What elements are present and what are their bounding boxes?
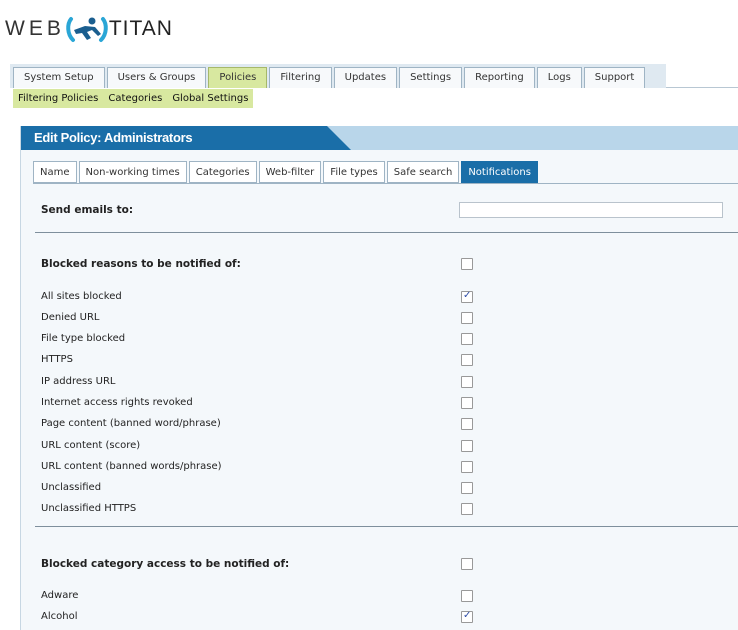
tab-notifications[interactable]: Notifications <box>461 161 538 183</box>
tabs-underline <box>33 183 738 184</box>
edit-policy-panel: Edit Policy: Administrators Name Non-wor… <box>20 126 738 630</box>
main-navigation: System Setup Users & Groups Policies Fil… <box>10 64 738 88</box>
reason-access-revoked-checkbox[interactable] <box>461 397 473 409</box>
reason-label: Unclassified <box>41 482 102 493</box>
reason-url-content-banned-checkbox[interactable] <box>461 461 473 473</box>
tab-file-types[interactable]: File types <box>323 161 385 183</box>
reason-label: IP address URL <box>41 376 116 387</box>
reason-label: Unclassified HTTPS <box>41 503 137 514</box>
blocked-categories-all-checkbox[interactable] <box>461 558 473 570</box>
divider <box>35 526 738 527</box>
send-emails-label: Send emails to: <box>41 204 134 216</box>
blocked-reasons-all-checkbox[interactable] <box>461 258 473 270</box>
tab-categories[interactable]: Categories <box>188 161 257 183</box>
policy-tabs: Name Non-working times Categories Web-fi… <box>33 161 538 183</box>
subnav-filtering-policies[interactable]: Filtering Policies <box>18 93 98 104</box>
tab-logs[interactable]: Logs <box>536 67 582 88</box>
tab-web-filter[interactable]: Web-filter <box>258 161 322 183</box>
reason-all-sites-blocked-checkbox[interactable] <box>461 290 473 303</box>
send-emails-input[interactable] <box>459 202 723 218</box>
tab-reporting[interactable]: Reporting <box>464 67 535 88</box>
tab-users-groups[interactable]: Users & Groups <box>106 67 207 88</box>
reason-page-content-checkbox[interactable] <box>461 418 473 430</box>
reason-denied-url-checkbox[interactable] <box>461 312 473 324</box>
tab-settings[interactable]: Settings <box>399 67 463 88</box>
reason-label: HTTPS <box>41 354 73 365</box>
reason-label: URL content (banned words/phrase) <box>41 461 222 472</box>
reason-ip-address-url-checkbox[interactable] <box>461 376 473 388</box>
logo-web-text: WEB <box>5 17 65 40</box>
tab-safe-search[interactable]: Safe search <box>386 161 460 183</box>
category-label: Alcohol <box>41 611 78 622</box>
reason-unclassified-checkbox[interactable] <box>461 482 473 494</box>
reason-label: All sites blocked <box>41 291 122 302</box>
reason-file-type-blocked-checkbox[interactable] <box>461 333 473 345</box>
subnav-global-settings[interactable]: Global Settings <box>172 93 248 104</box>
reason-https-checkbox[interactable] <box>461 354 473 366</box>
category-label: Adware <box>41 590 79 601</box>
reason-url-content-score-checkbox[interactable] <box>461 440 473 452</box>
reason-label: URL content (score) <box>41 440 141 451</box>
tab-non-working-times[interactable]: Non-working times <box>78 161 187 183</box>
blocked-reasons-heading: Blocked reasons to be notified of: <box>41 258 241 270</box>
tab-support[interactable]: Support <box>583 67 646 88</box>
tab-policies[interactable]: Policies <box>208 67 268 88</box>
tab-system-setup[interactable]: System Setup <box>13 67 105 88</box>
tab-name[interactable]: Name <box>33 161 77 183</box>
sub-navigation: Filtering Policies Categories Global Set… <box>13 89 254 108</box>
panel-header: Edit Policy: Administrators <box>21 126 738 150</box>
category-alcohol-checkbox[interactable] <box>461 610 473 623</box>
tab-filtering[interactable]: Filtering <box>269 67 332 88</box>
reason-label: Denied URL <box>41 312 100 323</box>
reason-label: Page content (banned word/phrase) <box>41 418 221 429</box>
subnav-categories[interactable]: Categories <box>108 93 162 104</box>
tab-updates[interactable]: Updates <box>333 67 398 88</box>
logo-titan-text: TITAN <box>108 17 173 40</box>
blocked-categories-heading: Blocked category access to be notified o… <box>41 558 290 570</box>
reason-unclassified-https-checkbox[interactable] <box>461 503 473 515</box>
reason-label: Internet access rights revoked <box>41 397 193 408</box>
webtitan-logo: WEB TITAN <box>5 14 173 44</box>
main-tabs: System Setup Users & Groups Policies Fil… <box>13 67 646 88</box>
reason-label: File type blocked <box>41 333 126 344</box>
category-adware-checkbox[interactable] <box>461 590 473 602</box>
runner-icon <box>66 17 108 42</box>
divider <box>35 232 738 233</box>
panel-title: Edit Policy: Administrators <box>21 126 351 150</box>
